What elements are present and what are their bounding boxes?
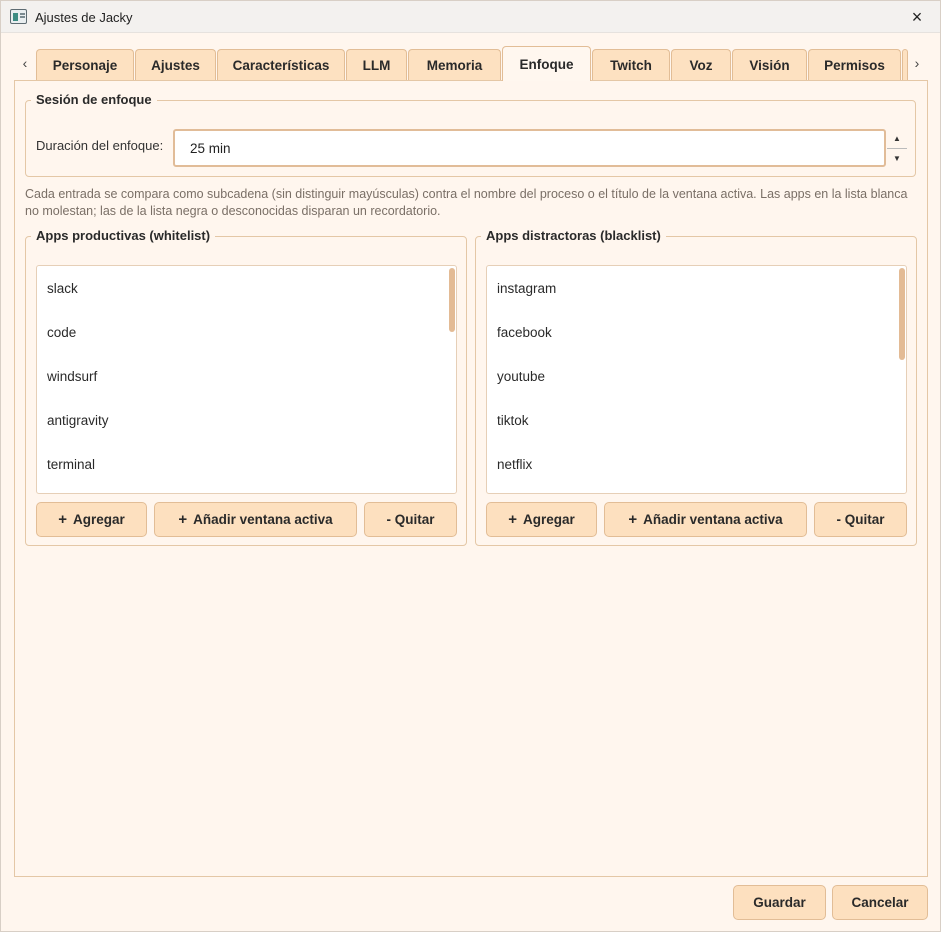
window-title: Ajustes de Jacky — [35, 10, 133, 25]
plus-icon: + — [508, 511, 517, 528]
tab-enfoque[interactable]: Enfoque — [502, 46, 591, 81]
list-item[interactable]: instagram — [487, 267, 906, 311]
whitelist-remove-button[interactable]: - Quitar — [364, 502, 457, 537]
list-item[interactable]: facebook — [487, 311, 906, 355]
focus-session-title: Sesión de enfoque — [31, 92, 157, 107]
list-item[interactable]: terminal — [37, 443, 456, 487]
list-item[interactable]: netflix — [487, 443, 906, 487]
cancel-button[interactable]: Cancelar — [832, 885, 928, 920]
list-item[interactable]: tiktok — [487, 399, 906, 443]
blacklist-title: Apps distractoras (blacklist) — [481, 228, 666, 243]
tab-voz[interactable]: Voz — [671, 49, 731, 80]
help-text: Cada entrada se compara como subcadena (… — [25, 187, 908, 218]
list-item[interactable]: youtube — [487, 355, 906, 399]
blacklist-listbox[interactable]: instagram facebook youtube tiktok netfli… — [486, 265, 907, 494]
blacklist-remove-button[interactable]: - Quitar — [814, 502, 907, 537]
list-item[interactable]: windsurf — [37, 355, 456, 399]
blacklist-add-label: Agregar — [523, 512, 575, 527]
whitelist-add-label: Agregar — [73, 512, 125, 527]
tab-scroll-right-icon[interactable]: › — [909, 53, 925, 73]
tab-personaje[interactable]: Personaje — [36, 49, 134, 80]
list-item[interactable]: antigravity — [37, 399, 456, 443]
tab-vision[interactable]: Visión — [732, 49, 807, 80]
spin-down-icon[interactable]: ▼ — [887, 148, 907, 167]
blacklist-add-active-label: Añadir ventana activa — [643, 512, 783, 527]
spin-up-icon[interactable]: ▲ — [887, 129, 907, 148]
list-item[interactable]: slack — [37, 267, 456, 311]
close-icon[interactable]: × — [894, 1, 940, 33]
tab-twitch[interactable]: Twitch — [592, 49, 670, 80]
whitelist-listbox[interactable]: slack code windsurf antigravity terminal — [36, 265, 457, 494]
tab-permisos[interactable]: Permisos — [808, 49, 901, 80]
tab-scroll-left-icon[interactable]: ‹ — [17, 53, 33, 73]
blacklist-scrollbar[interactable] — [899, 268, 905, 360]
plus-icon: + — [58, 511, 67, 528]
whitelist-scrollbar[interactable] — [449, 268, 455, 332]
whitelist-add-active-label: Añadir ventana activa — [193, 512, 333, 527]
settings-window: Ajustes de Jacky × ‹ Personaje Ajustes C… — [0, 0, 941, 932]
plus-icon: + — [628, 511, 638, 528]
blacklist-add-button[interactable]: + Agregar — [486, 502, 597, 537]
blacklist-add-active-window-button[interactable]: + Añadir ventana activa — [604, 502, 807, 537]
list-item[interactable]: code — [37, 311, 456, 355]
whitelist-title: Apps productivas (whitelist) — [31, 228, 216, 243]
app-icon — [10, 9, 27, 24]
tab-ajustes[interactable]: Ajustes — [135, 49, 216, 80]
tab-llm[interactable]: LLM — [346, 49, 407, 80]
duration-label: Duración del enfoque: — [36, 138, 164, 153]
whitelist-add-button[interactable]: + Agregar — [36, 502, 147, 537]
tab-caracteristicas[interactable]: Características — [217, 49, 345, 80]
title-bar: Ajustes de Jacky × — [1, 1, 940, 33]
duration-spinbox[interactable]: 25 min — [173, 129, 886, 167]
save-button[interactable]: Guardar — [733, 885, 826, 920]
duration-spin-buttons: ▲ ▼ — [887, 129, 907, 167]
tab-overflow[interactable] — [902, 49, 908, 80]
whitelist-add-active-window-button[interactable]: + Añadir ventana activa — [154, 502, 357, 537]
plus-icon: + — [178, 511, 188, 528]
tab-memoria[interactable]: Memoria — [408, 49, 501, 80]
